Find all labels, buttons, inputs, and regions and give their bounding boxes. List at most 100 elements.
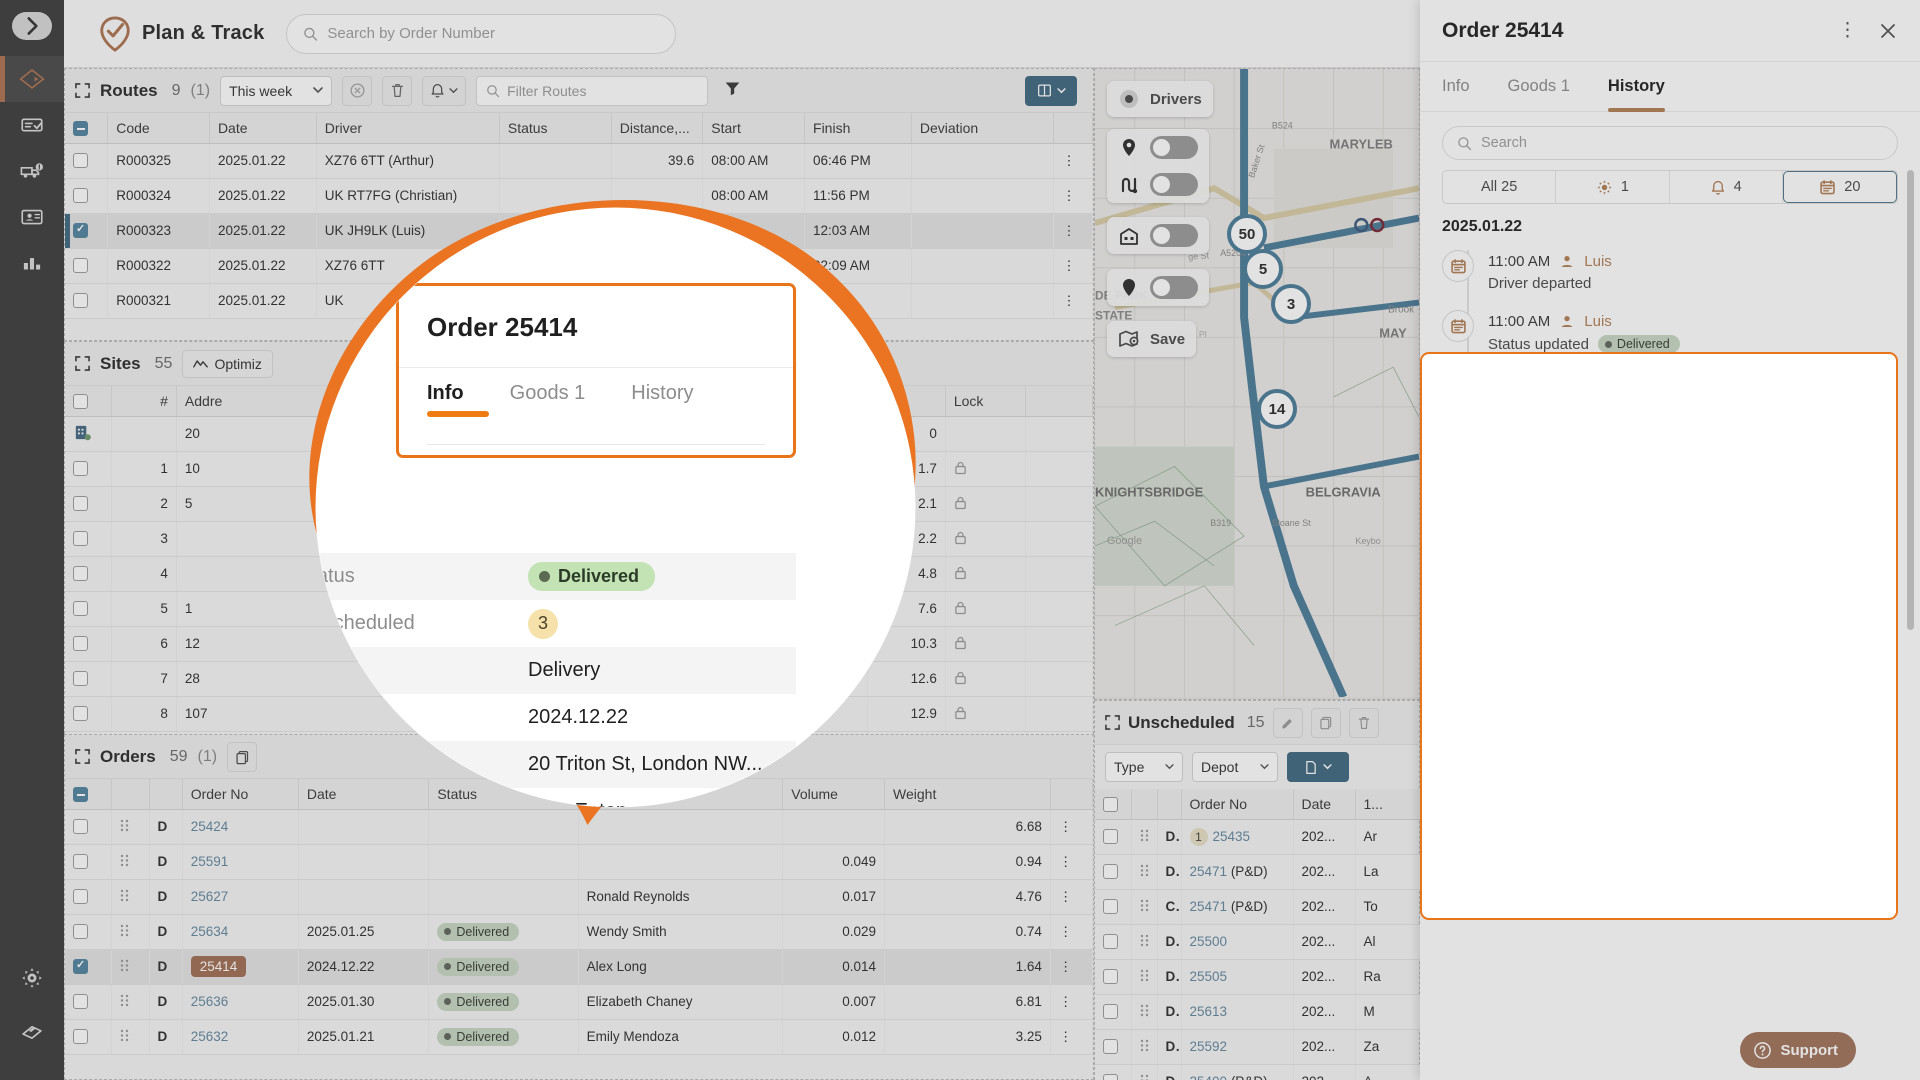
row-checkbox-cell[interactable] bbox=[65, 248, 108, 283]
row-checkbox-cell[interactable] bbox=[65, 521, 112, 556]
routes-col-code[interactable]: Code bbox=[108, 113, 210, 143]
sidebar-item-fleet[interactable] bbox=[0, 148, 64, 194]
select-all-checkbox[interactable] bbox=[73, 394, 88, 409]
order-link[interactable]: 25591 bbox=[191, 854, 229, 869]
routes-col-status[interactable]: Status bbox=[499, 113, 611, 143]
history-scrollbar[interactable] bbox=[1907, 170, 1914, 630]
orders-col-date[interactable]: Date bbox=[298, 779, 429, 809]
row-checkbox-cell[interactable] bbox=[65, 984, 111, 1019]
row-checkbox-cell[interactable] bbox=[65, 283, 108, 318]
sidebar-item-contacts[interactable] bbox=[0, 194, 64, 240]
order-link[interactable]: 25627 bbox=[191, 889, 229, 904]
list-item[interactable]: D 125435 202... Ar bbox=[1095, 819, 1421, 854]
row-checkbox[interactable] bbox=[73, 293, 88, 308]
table-row[interactable]: 1 10 1.7 bbox=[65, 451, 1093, 486]
row-menu-button[interactable]: ⋮ bbox=[1050, 844, 1092, 879]
row-menu-button[interactable]: ⋮ bbox=[1050, 984, 1092, 1019]
timeline-event[interactable]: 11:00 AM London depot Rescheduled from r… bbox=[1442, 485, 1898, 545]
timeline-event[interactable]: 10:59 AM Luis Status updated Not deliver… bbox=[1442, 605, 1898, 666]
expand-icon[interactable] bbox=[75, 83, 90, 98]
filter-all[interactable]: All 25 bbox=[1443, 171, 1556, 203]
row-checkbox-cell[interactable] bbox=[65, 696, 112, 731]
orders-col-order-no[interactable]: Order No bbox=[182, 779, 298, 809]
map-cluster-pin[interactable]: 3 bbox=[1271, 284, 1315, 338]
event-actor[interactable]: London depot bbox=[1560, 795, 1652, 812]
row-checkbox[interactable] bbox=[73, 601, 88, 616]
support-button[interactable]: Support bbox=[1740, 1032, 1857, 1068]
row-checkbox-cell[interactable] bbox=[65, 451, 112, 486]
map-drivers-toggle-card[interactable]: Drivers bbox=[1107, 81, 1213, 117]
tab-goods[interactable]: Goods 1 bbox=[1508, 62, 1570, 111]
map-save-row[interactable]: Save bbox=[1107, 321, 1196, 357]
table-row[interactable]: R000325 2025.01.22 XZ76 6TT (Arthur) 39.… bbox=[65, 143, 1093, 178]
table-row[interactable]: 3 2.2 bbox=[65, 521, 1093, 556]
map-layer-routes-row[interactable] bbox=[1107, 166, 1209, 203]
history-search-input[interactable]: Search bbox=[1442, 126, 1898, 160]
event-actor[interactable]: London depot bbox=[1560, 735, 1652, 752]
table-row[interactable]: D 25636 2025.01.30 Delivered Elizabeth C… bbox=[65, 984, 1093, 1019]
drag-handle[interactable] bbox=[1131, 924, 1157, 959]
row-checkbox[interactable] bbox=[73, 889, 88, 904]
list-item[interactable]: D 25471 (P&D) 202... La bbox=[1095, 854, 1421, 889]
row-checkbox[interactable] bbox=[73, 636, 88, 651]
table-row[interactable]: 4 4.8 bbox=[65, 556, 1093, 591]
sidebar-item-orders[interactable] bbox=[0, 102, 64, 148]
drag-handle[interactable] bbox=[111, 914, 149, 949]
list-item[interactable]: D 25400 (P&D) 202... A bbox=[1095, 1064, 1421, 1080]
map-drivers-row[interactable]: Drivers bbox=[1107, 81, 1213, 117]
order-link[interactable]: 25471 bbox=[1190, 899, 1228, 914]
row-checkbox[interactable] bbox=[73, 671, 88, 686]
unscheduled-col-date[interactable]: Date bbox=[1293, 789, 1355, 819]
delete-unscheduled-button[interactable] bbox=[1349, 708, 1379, 738]
timeline-event[interactable]: 11:00 AM London depot Scheduled to route… bbox=[1442, 425, 1898, 485]
cell-order-no[interactable]: 25400 (P&D) bbox=[1181, 1064, 1293, 1080]
cell-order-no[interactable]: 25591 bbox=[182, 844, 298, 879]
close-icon[interactable] bbox=[1878, 21, 1898, 41]
map-depot-toggle[interactable] bbox=[1150, 224, 1198, 247]
sites-select-all-cell[interactable] bbox=[65, 386, 112, 416]
routes-col-distance[interactable]: Distance,... bbox=[611, 113, 703, 143]
sidebar-item-settings[interactable] bbox=[0, 952, 64, 1004]
row-menu-button[interactable]: ⋮ bbox=[1054, 143, 1093, 178]
list-item[interactable]: D 25613 202... M bbox=[1095, 994, 1421, 1029]
drag-handle[interactable] bbox=[111, 949, 149, 984]
sidebar-item-help[interactable] bbox=[0, 1004, 64, 1056]
edit-unscheduled-button[interactable] bbox=[1273, 708, 1303, 738]
row-menu-button[interactable]: ⋮ bbox=[1050, 879, 1092, 914]
cell-order-no[interactable]: 25471 (P&D) bbox=[1181, 854, 1293, 889]
row-checkbox[interactable] bbox=[73, 924, 88, 939]
map-layer-markers-row[interactable] bbox=[1107, 269, 1209, 306]
row-checkbox[interactable] bbox=[1103, 1074, 1118, 1080]
row-checkbox[interactable] bbox=[73, 258, 88, 273]
cell-lock[interactable] bbox=[945, 521, 1025, 556]
row-checkbox[interactable] bbox=[1103, 969, 1118, 984]
cell-lock[interactable] bbox=[945, 591, 1025, 626]
order-link[interactable]: 25400 bbox=[1190, 1074, 1228, 1080]
map-save-card[interactable]: Save bbox=[1107, 321, 1196, 357]
cell-order-no[interactable]: 25632 bbox=[182, 1019, 298, 1054]
select-all-checkbox[interactable] bbox=[73, 121, 88, 136]
row-checkbox-cell[interactable] bbox=[65, 143, 108, 178]
row-checkbox[interactable] bbox=[1103, 829, 1118, 844]
expand-icon[interactable] bbox=[75, 749, 90, 764]
cell-order-no[interactable]: 25471 (P&D) bbox=[1181, 889, 1293, 924]
row-menu-button[interactable]: ⋮ bbox=[1054, 248, 1093, 283]
cell-order-no[interactable]: 25634 bbox=[182, 914, 298, 949]
copy-unscheduled-button[interactable] bbox=[1311, 708, 1341, 738]
filter-system[interactable]: 1 bbox=[1556, 171, 1669, 203]
row-checkbox[interactable] bbox=[1103, 864, 1118, 879]
row-checkbox-cell[interactable] bbox=[1095, 1064, 1131, 1080]
timeline-event[interactable]: 11:00 AM Luis Driver arrived bbox=[1442, 365, 1898, 425]
filter-events[interactable]: 20 bbox=[1783, 171, 1897, 203]
row-checkbox-cell[interactable] bbox=[65, 809, 111, 844]
row-checkbox[interactable] bbox=[73, 566, 88, 581]
clear-selection-button[interactable] bbox=[342, 76, 372, 106]
sidebar-expand-button[interactable] bbox=[12, 12, 52, 40]
row-checkbox-cell[interactable] bbox=[65, 914, 111, 949]
row-checkbox[interactable] bbox=[1103, 934, 1118, 949]
orders-col-customer[interactable]: Customer bbox=[578, 779, 783, 809]
order-link[interactable]: 25505 bbox=[1190, 969, 1228, 984]
list-item[interactable]: D 25500 202... Al bbox=[1095, 924, 1421, 959]
drag-handle[interactable] bbox=[1131, 1029, 1157, 1064]
drag-handle[interactable] bbox=[111, 809, 149, 844]
